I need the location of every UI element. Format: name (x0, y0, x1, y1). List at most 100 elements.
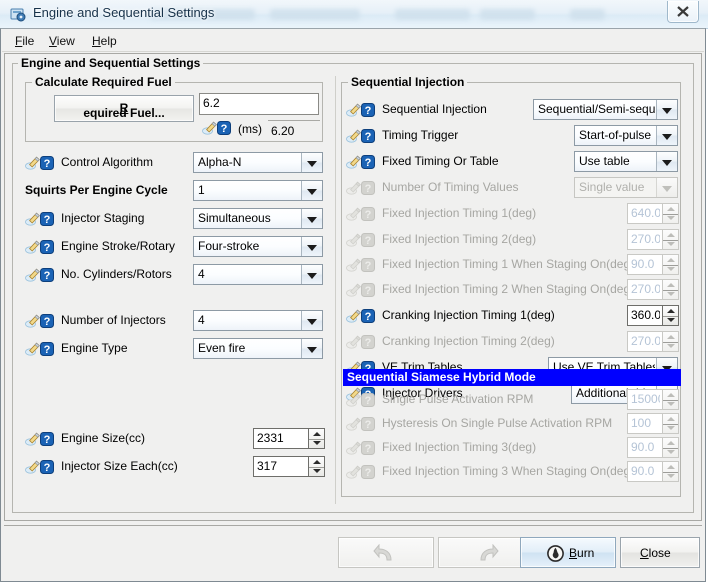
help-icon: ? (361, 335, 375, 349)
brush-icon[interactable] (25, 342, 41, 356)
combo-value: Four-stroke (198, 239, 300, 253)
spinner-stepper-buttons[interactable] (308, 428, 325, 449)
help-icon[interactable]: ? (40, 240, 54, 254)
required-fuel-value-input[interactable]: 6.2 (199, 93, 319, 115)
window-titlebar: Engine and Sequential Settings (0, 0, 708, 29)
chevron-down-icon[interactable] (301, 237, 322, 256)
row-icons: ? (346, 440, 380, 456)
spinner-input[interactable]: 360.0 (627, 305, 662, 326)
chevron-down-icon[interactable] (656, 100, 677, 119)
combo-box[interactable]: Use table (574, 151, 678, 172)
svg-text:?: ? (365, 311, 372, 323)
row-label: Injector Staging (61, 211, 144, 225)
spinner-input[interactable]: 2331 (253, 428, 308, 449)
spinner-stepper-buttons[interactable] (662, 305, 679, 326)
row-label: Number of Injectors (61, 313, 166, 327)
chevron-down-icon[interactable] (301, 153, 322, 172)
help-icon[interactable]: ? (40, 432, 54, 446)
menu-view-label: iew (57, 34, 75, 48)
help-icon[interactable]: ? (361, 309, 375, 323)
help-icon[interactable]: ? (217, 121, 231, 135)
menu-file[interactable]: File (8, 33, 41, 49)
row-icons: ? (25, 459, 59, 475)
row-icons: ? (346, 180, 380, 196)
combo-box[interactable]: 4 (193, 310, 323, 331)
combo-box[interactable]: Even fire (193, 338, 323, 359)
help-icon[interactable]: ? (40, 156, 54, 170)
brush-icon[interactable] (346, 309, 362, 323)
chevron-down-icon[interactable] (301, 209, 322, 228)
svg-text:?: ? (365, 467, 372, 479)
combo-box[interactable]: 4 (193, 264, 323, 285)
brush-icon[interactable] (25, 432, 41, 446)
setting-row: ?Fixed Timing Or TableUse table (342, 151, 682, 173)
burn-button[interactable]: Burn (520, 537, 616, 568)
chevron-down-icon[interactable] (301, 265, 322, 284)
sequential-injection-group: Sequential Injection ?Sequential Injecti… (341, 82, 681, 497)
help-icon[interactable]: ? (40, 314, 54, 328)
svg-text:?: ? (365, 105, 372, 117)
help-icon[interactable]: ? (361, 129, 375, 143)
combo-box[interactable]: Start-of-pulse (574, 125, 678, 146)
combo-box[interactable]: 1 (193, 180, 323, 201)
row-label: Cranking Injection Timing 2(deg) (382, 334, 555, 348)
brush-icon[interactable] (25, 314, 41, 328)
brush-icon[interactable] (346, 103, 362, 117)
spinner-stepper-buttons (662, 331, 679, 352)
spinner[interactable]: 360.0 (627, 305, 679, 326)
chevron-down-icon[interactable] (301, 181, 322, 200)
combo-value: Use table (579, 154, 655, 168)
brush-icon[interactable] (25, 460, 41, 474)
menu-help[interactable]: Help (85, 33, 124, 49)
spinner-stepper-buttons (662, 203, 679, 224)
combo-box[interactable]: Alpha-N (193, 152, 323, 173)
required-fuel-button[interactable]: Required Fuel... (54, 95, 194, 122)
row-icons: ? (346, 308, 380, 324)
spinner: 90.0 (627, 437, 679, 458)
brush-icon (346, 441, 362, 455)
chevron-down-icon[interactable] (301, 311, 322, 330)
required-fuel-ms-icons: ? (202, 120, 236, 136)
chevron-down-icon[interactable] (301, 339, 322, 358)
brush-icon[interactable] (346, 129, 362, 143)
brush-icon[interactable] (25, 240, 41, 254)
background-ghost-text (480, 9, 535, 20)
spinner-input: 270.0 (627, 229, 662, 250)
chevron-down-icon[interactable] (656, 126, 677, 145)
row-label: Timing Trigger (382, 128, 458, 142)
setting-row: ? Number of Injectors 4 (21, 310, 329, 332)
dialog-button-bar: Burn Close (4, 525, 702, 579)
menu-view[interactable]: View (42, 33, 82, 49)
close-button[interactable]: Close (620, 537, 700, 568)
combo-box[interactable]: Four-stroke (193, 236, 323, 257)
spinner[interactable]: 2331 (253, 428, 325, 449)
close-button-label: lose (649, 546, 671, 560)
help-icon[interactable]: ? (40, 268, 54, 282)
chevron-down-icon[interactable] (656, 152, 677, 171)
svg-text:?: ? (365, 260, 372, 272)
help-icon[interactable]: ? (40, 342, 54, 356)
spinner[interactable]: 317 (253, 456, 325, 477)
brush-icon (346, 207, 362, 221)
brush-icon[interactable] (25, 156, 41, 170)
group-legend: Engine and Sequential Settings (18, 56, 203, 70)
help-icon[interactable]: ? (361, 103, 375, 117)
help-icon[interactable]: ? (40, 212, 54, 226)
undo-button[interactable] (338, 537, 434, 568)
spinner-stepper-buttons[interactable] (308, 456, 325, 477)
help-icon[interactable]: ? (361, 155, 375, 169)
brush-icon[interactable] (25, 212, 41, 226)
brush-icon[interactable] (346, 155, 362, 169)
brush-icon[interactable] (25, 268, 41, 282)
help-icon: ? (361, 441, 375, 455)
window-close-button[interactable] (667, 1, 699, 23)
spinner-value: 100 (631, 416, 660, 430)
combo-box[interactable]: Simultaneous (193, 208, 323, 229)
help-icon[interactable]: ? (40, 460, 54, 474)
combo-value: Sequential/Semi-sequential (538, 102, 655, 116)
spinner-input: 640.0 (627, 203, 662, 224)
brush-icon (346, 393, 362, 407)
spinner-input[interactable]: 317 (253, 456, 308, 477)
burn-button-label: urn (577, 546, 594, 560)
combo-box[interactable]: Sequential/Semi-sequential (533, 99, 678, 120)
